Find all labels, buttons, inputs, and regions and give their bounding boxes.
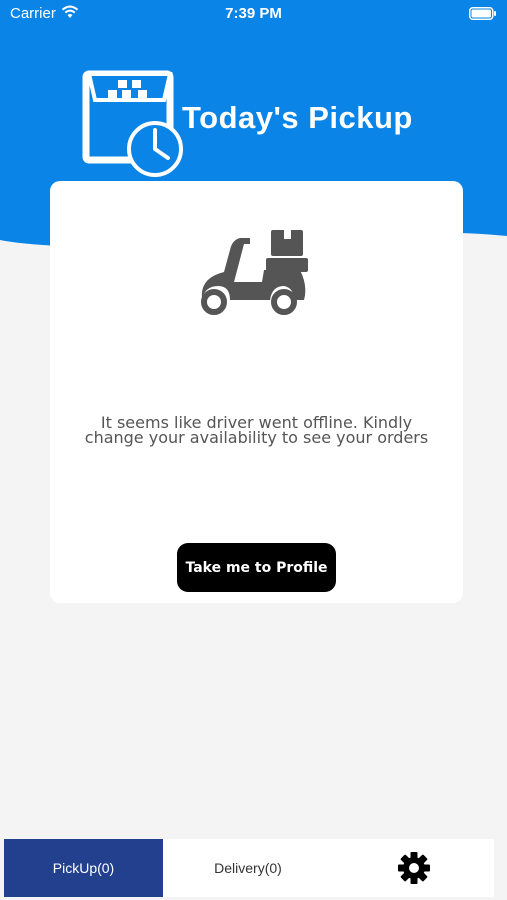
tab-pickup[interactable]: PickUp(0)	[4, 839, 163, 897]
pickup-logo-icon	[82, 70, 183, 177]
offline-message: It seems like driver went offline. Kindl…	[84, 413, 429, 447]
battery-icon	[469, 7, 496, 20]
page-title: Today's Pickup	[182, 100, 413, 135]
bottom-tab-bar: PickUp(0) Delivery(0)	[4, 839, 494, 897]
empty-state-card: It seems like driver went offline. Kindl…	[50, 181, 463, 603]
tab-settings[interactable]	[333, 839, 494, 897]
tab-delivery[interactable]: Delivery(0)	[163, 839, 333, 897]
take-me-to-profile-button[interactable]: Take me to Profile	[177, 543, 336, 592]
scooter-icon	[201, 230, 308, 315]
status-bar: Carrier 7:39 PM	[0, 0, 507, 28]
gear-icon	[397, 852, 430, 884]
clock: 7:39 PM	[225, 5, 282, 22]
